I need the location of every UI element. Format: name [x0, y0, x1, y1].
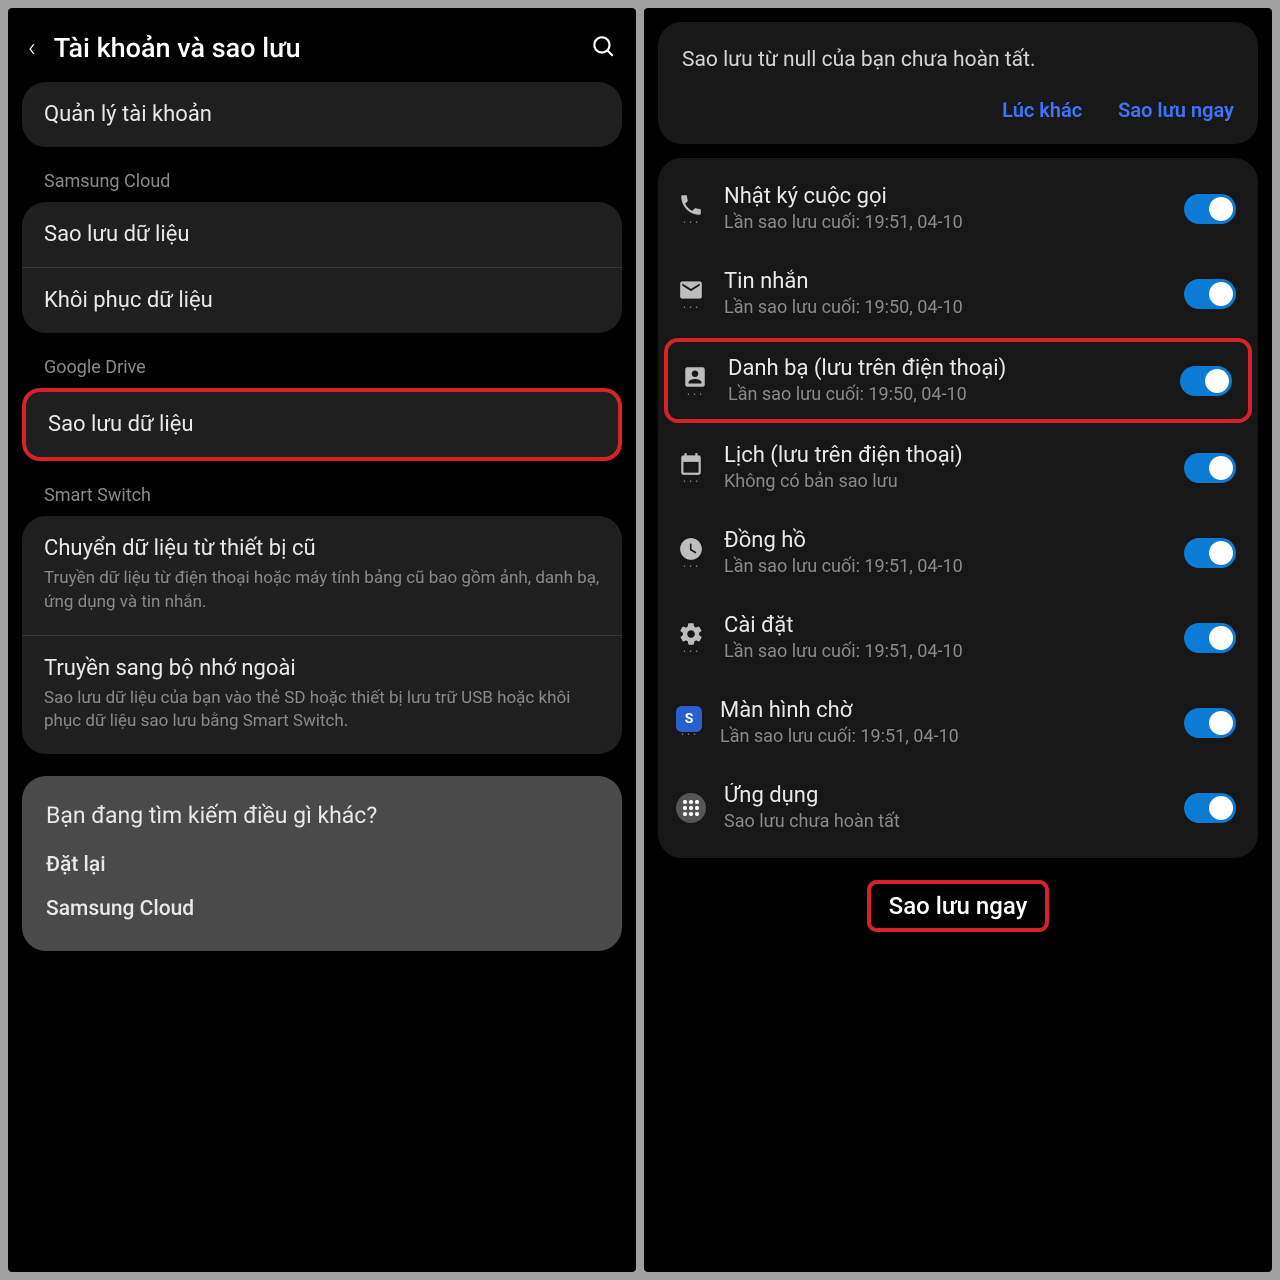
contacts-icon: • • • — [680, 362, 710, 399]
item-sub: Không có bản sao lưu — [724, 471, 1166, 492]
manage-accounts-row[interactable]: Quản lý tài khoản — [22, 82, 622, 147]
banner-now-button[interactable]: Sao lưu ngay — [1118, 98, 1234, 122]
banner-later-button[interactable]: Lúc khác — [1002, 98, 1082, 122]
backup-item-calendar[interactable]: • • • Lịch (lưu trên điện thoại) Không c… — [658, 425, 1258, 510]
looking-samsung-cloud-link[interactable]: Samsung Cloud — [46, 897, 598, 921]
toggle-switch[interactable] — [1184, 793, 1236, 823]
item-sub: Lần sao lưu cuối: 19:51, 04-10 — [724, 641, 1166, 662]
looking-title: Bạn đang tìm kiếm điều gì khác? — [46, 802, 598, 829]
section-google-drive: Google Drive — [22, 343, 622, 388]
backup-item-contacts[interactable]: • • • Danh bạ (lưu trên điện thoại) Lần … — [664, 338, 1252, 423]
store-icon: S • • • — [676, 706, 702, 739]
message-icon: • • • — [676, 275, 706, 312]
item-title: Cài đặt — [724, 613, 1166, 638]
backup-item-call-log[interactable]: • • • Nhật ký cuộc gọi Lần sao lưu cuối:… — [658, 166, 1258, 251]
content: Quản lý tài khoản Samsung Cloud Sao lưu … — [8, 82, 636, 1272]
toggle-switch[interactable] — [1180, 366, 1232, 396]
item-sub: Lần sao lưu cuối: 19:51, 04-10 — [724, 556, 1166, 577]
backup-banner: Sao lưu từ null của bạn chưa hoàn tất. L… — [658, 22, 1258, 144]
backup-item-settings[interactable]: • • • Cài đặt Lần sao lưu cuối: 19:51, 0… — [658, 595, 1258, 680]
item-title: Ứng dụng — [724, 783, 1166, 808]
transfer-ext-sub: Sao lưu dữ liệu của bạn vào thẻ SD hoặc … — [44, 687, 600, 735]
back-icon[interactable]: ‹ — [28, 33, 36, 63]
backup-list: • • • Nhật ký cuộc gọi Lần sao lưu cuối:… — [658, 158, 1258, 858]
manage-accounts-card: Quản lý tài khoản — [22, 82, 622, 147]
transfer-ext-row[interactable]: Truyền sang bộ nhớ ngoài Sao lưu dữ liệu… — [22, 635, 622, 755]
phone-icon: • • • — [676, 190, 706, 227]
item-title: Tin nhắn — [724, 269, 1166, 294]
item-sub: Sao lưu chưa hoàn tất — [724, 811, 1166, 832]
backup-item-clock[interactable]: • • • Đồng hồ Lần sao lưu cuối: 19:51, 0… — [658, 510, 1258, 595]
item-title: Màn hình chờ — [720, 698, 1166, 723]
backup-now-button[interactable]: Sao lưu ngay — [867, 880, 1050, 932]
gear-icon: • • • — [676, 619, 706, 656]
bottom-bar: Sao lưu ngay — [644, 858, 1272, 958]
item-title: Lịch (lưu trên điện thoại) — [724, 443, 1166, 468]
toggle-switch[interactable] — [1184, 279, 1236, 309]
right-screen: Sao lưu từ null của bạn chưa hoàn tất. L… — [644, 8, 1272, 1272]
transfer-old-title: Chuyển dữ liệu từ thiết bị cũ — [44, 536, 600, 561]
sc-backup-row[interactable]: Sao lưu dữ liệu — [22, 202, 622, 267]
transfer-ext-title: Truyền sang bộ nhớ ngoài — [44, 656, 600, 681]
item-sub: Lần sao lưu cuối: 19:51, 04-10 — [720, 726, 1166, 747]
samsung-cloud-card: Sao lưu dữ liệu Khôi phục dữ liệu — [22, 202, 622, 333]
banner-actions: Lúc khác Sao lưu ngay — [682, 98, 1234, 122]
apps-icon — [676, 793, 706, 823]
banner-text: Sao lưu từ null của bạn chưa hoàn tất. — [682, 48, 1234, 72]
backup-item-apps[interactable]: Ứng dụng Sao lưu chưa hoàn tất — [658, 765, 1258, 850]
item-title: Đồng hồ — [724, 528, 1166, 553]
toggle-switch[interactable] — [1184, 538, 1236, 568]
calendar-icon: • • • — [676, 449, 706, 486]
item-sub: Lần sao lưu cuối: 19:50, 04-10 — [728, 384, 1162, 405]
section-smart-switch: Smart Switch — [22, 471, 622, 516]
toggle-switch[interactable] — [1184, 623, 1236, 653]
smart-switch-card: Chuyển dữ liệu từ thiết bị cũ Truyền dữ … — [22, 516, 622, 754]
toggle-switch[interactable] — [1184, 194, 1236, 224]
looking-reset-link[interactable]: Đặt lại — [46, 853, 598, 877]
item-sub: Lần sao lưu cuối: 19:50, 04-10 — [724, 297, 1166, 318]
clock-icon: • • • — [676, 534, 706, 571]
transfer-old-row[interactable]: Chuyển dữ liệu từ thiết bị cũ Truyền dữ … — [22, 516, 622, 635]
sc-restore-row[interactable]: Khôi phục dữ liệu — [22, 267, 622, 333]
left-screen: ‹ Tài khoản và sao lưu Quản lý tài khoản… — [8, 8, 636, 1272]
transfer-old-sub: Truyền dữ liệu từ điện thoại hoặc máy tí… — [44, 567, 600, 615]
toggle-switch[interactable] — [1184, 708, 1236, 738]
gd-backup-row[interactable]: Sao lưu dữ liệu — [26, 392, 618, 457]
item-sub: Lần sao lưu cuối: 19:51, 04-10 — [724, 212, 1166, 233]
toggle-switch[interactable] — [1184, 453, 1236, 483]
backup-item-homescreen[interactable]: S • • • Màn hình chờ Lần sao lưu cuối: 1… — [658, 680, 1258, 765]
section-samsung-cloud: Samsung Cloud — [22, 157, 622, 202]
item-title: Nhật ký cuộc gọi — [724, 184, 1166, 209]
google-drive-card: Sao lưu dữ liệu — [22, 388, 622, 461]
header: ‹ Tài khoản và sao lưu — [8, 8, 636, 82]
item-title: Danh bạ (lưu trên điện thoại) — [728, 356, 1162, 381]
search-icon[interactable] — [590, 33, 616, 63]
looking-card: Bạn đang tìm kiếm điều gì khác? Đặt lại … — [22, 776, 622, 951]
backup-item-messages[interactable]: • • • Tin nhắn Lần sao lưu cuối: 19:50, … — [658, 251, 1258, 336]
page-title: Tài khoản và sao lưu — [54, 32, 572, 64]
